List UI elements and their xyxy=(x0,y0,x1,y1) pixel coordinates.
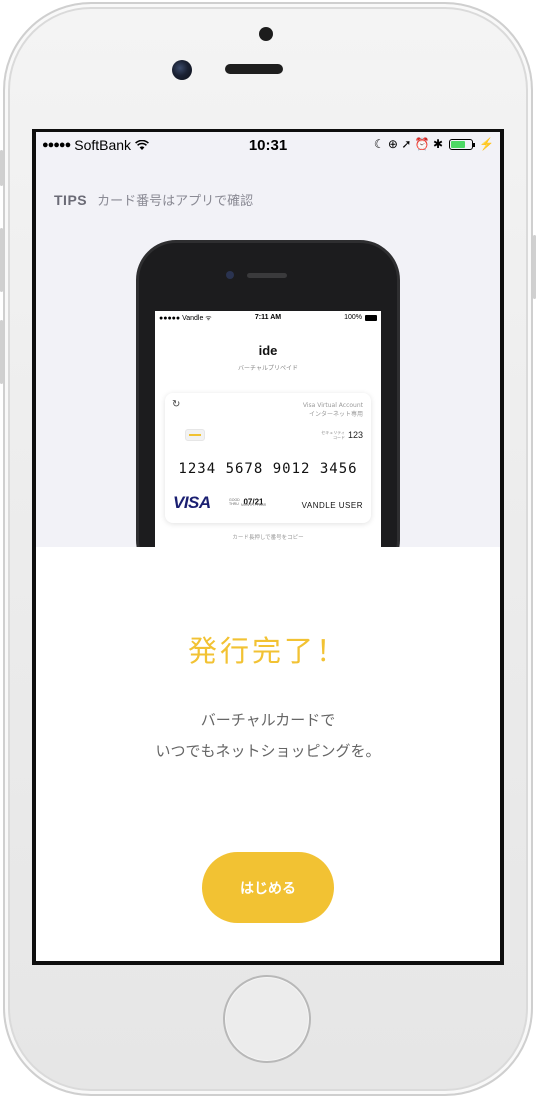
charging-icon: ⚡ xyxy=(479,137,494,151)
mini-camera xyxy=(226,271,234,279)
completion-message: バーチャルカードで いつでもネットショッピングを。 xyxy=(36,705,500,767)
volume-up-button xyxy=(0,228,3,292)
mini-screen: ●●●●● Vandle ᯤ 7:11 AM 100% ide バーチャルプリペ… xyxy=(155,311,381,547)
tips-phone-illustration: ●●●●● Vandle ᯤ 7:11 AM 100% ide バーチャルプリペ… xyxy=(136,240,400,547)
valid-thru-label: GOOD THRU xyxy=(229,497,240,506)
tips-text: カード番号はアプリで確認 xyxy=(97,194,254,209)
visa-logo: VISA xyxy=(173,493,211,512)
completion-title: 発行完了！ xyxy=(187,634,348,668)
card-account-type: Visa Virtual Account xyxy=(302,402,363,409)
tips-panel: TIPS カード番号はアプリで確認 ●●●●● Vandle ᯤ 7:11 AM… xyxy=(36,158,500,547)
completion-message-line-2: いつでもネットショッピングを。 xyxy=(155,742,381,760)
status-right: ☾ ⊕ ➚ ⏰ ✱ ⚡ xyxy=(374,137,494,151)
card-account-note: インターネット専用 xyxy=(308,411,363,418)
front-camera xyxy=(172,60,192,80)
completion-message-line-1: バーチャルカードで xyxy=(200,711,336,729)
volume-down-button xyxy=(0,320,3,384)
home-button[interactable] xyxy=(223,975,311,1063)
expiry-sublabel: MONTH / YEAR xyxy=(241,503,267,507)
mini-battery-percent: 100% xyxy=(344,314,362,321)
status-bar: ●●●●● SoftBank 10:31 ☾ ⊕ ➚ ⏰ ✱ ⚡ xyxy=(36,132,500,158)
card-expiry: GOOD THRU 07/21 MONTH / YEAR xyxy=(229,493,267,511)
mini-app-title: ide xyxy=(258,343,278,358)
status-indicators: ☾ ⊕ ➚ ⏰ ✱ xyxy=(373,137,444,151)
mini-app-subtitle: バーチャルプリペイド xyxy=(238,365,298,372)
proximity-sensor xyxy=(259,27,273,41)
mini-status-bar: ●●●●● Vandle ᯤ 7:11 AM 100% xyxy=(155,311,381,325)
refresh-icon: ↻ xyxy=(172,399,181,410)
mini-battery-icon xyxy=(365,314,377,321)
earpiece-speaker xyxy=(225,64,283,74)
screen: ●●●●● SoftBank 10:31 ☾ ⊕ ➚ ⏰ ✱ ⚡ TIPS カー… xyxy=(36,132,500,961)
security-code-label: セキュリティコード xyxy=(321,430,345,440)
start-button[interactable]: はじめる xyxy=(202,852,334,923)
security-code: 123 xyxy=(347,430,363,440)
card-account: Visa Virtual Account インターネット専用 xyxy=(303,401,363,419)
virtual-card: ↻ Visa Virtual Account インターネット専用 セキュリティコ… xyxy=(165,393,371,523)
tips-label: TIPS xyxy=(54,192,88,208)
mini-speaker xyxy=(247,273,287,278)
tips-header: TIPS カード番号はアプリで確認 xyxy=(54,190,253,209)
mute-switch xyxy=(0,150,3,186)
card-number: 1234 5678 9012 3456 xyxy=(178,461,358,477)
mini-battery: 100% xyxy=(344,314,377,321)
card-holder: VANDLE USER xyxy=(301,501,363,510)
copy-hint: カード長押しで番号をコピー xyxy=(232,535,304,541)
battery-icon xyxy=(449,138,476,150)
card-chip-icon xyxy=(185,429,205,441)
